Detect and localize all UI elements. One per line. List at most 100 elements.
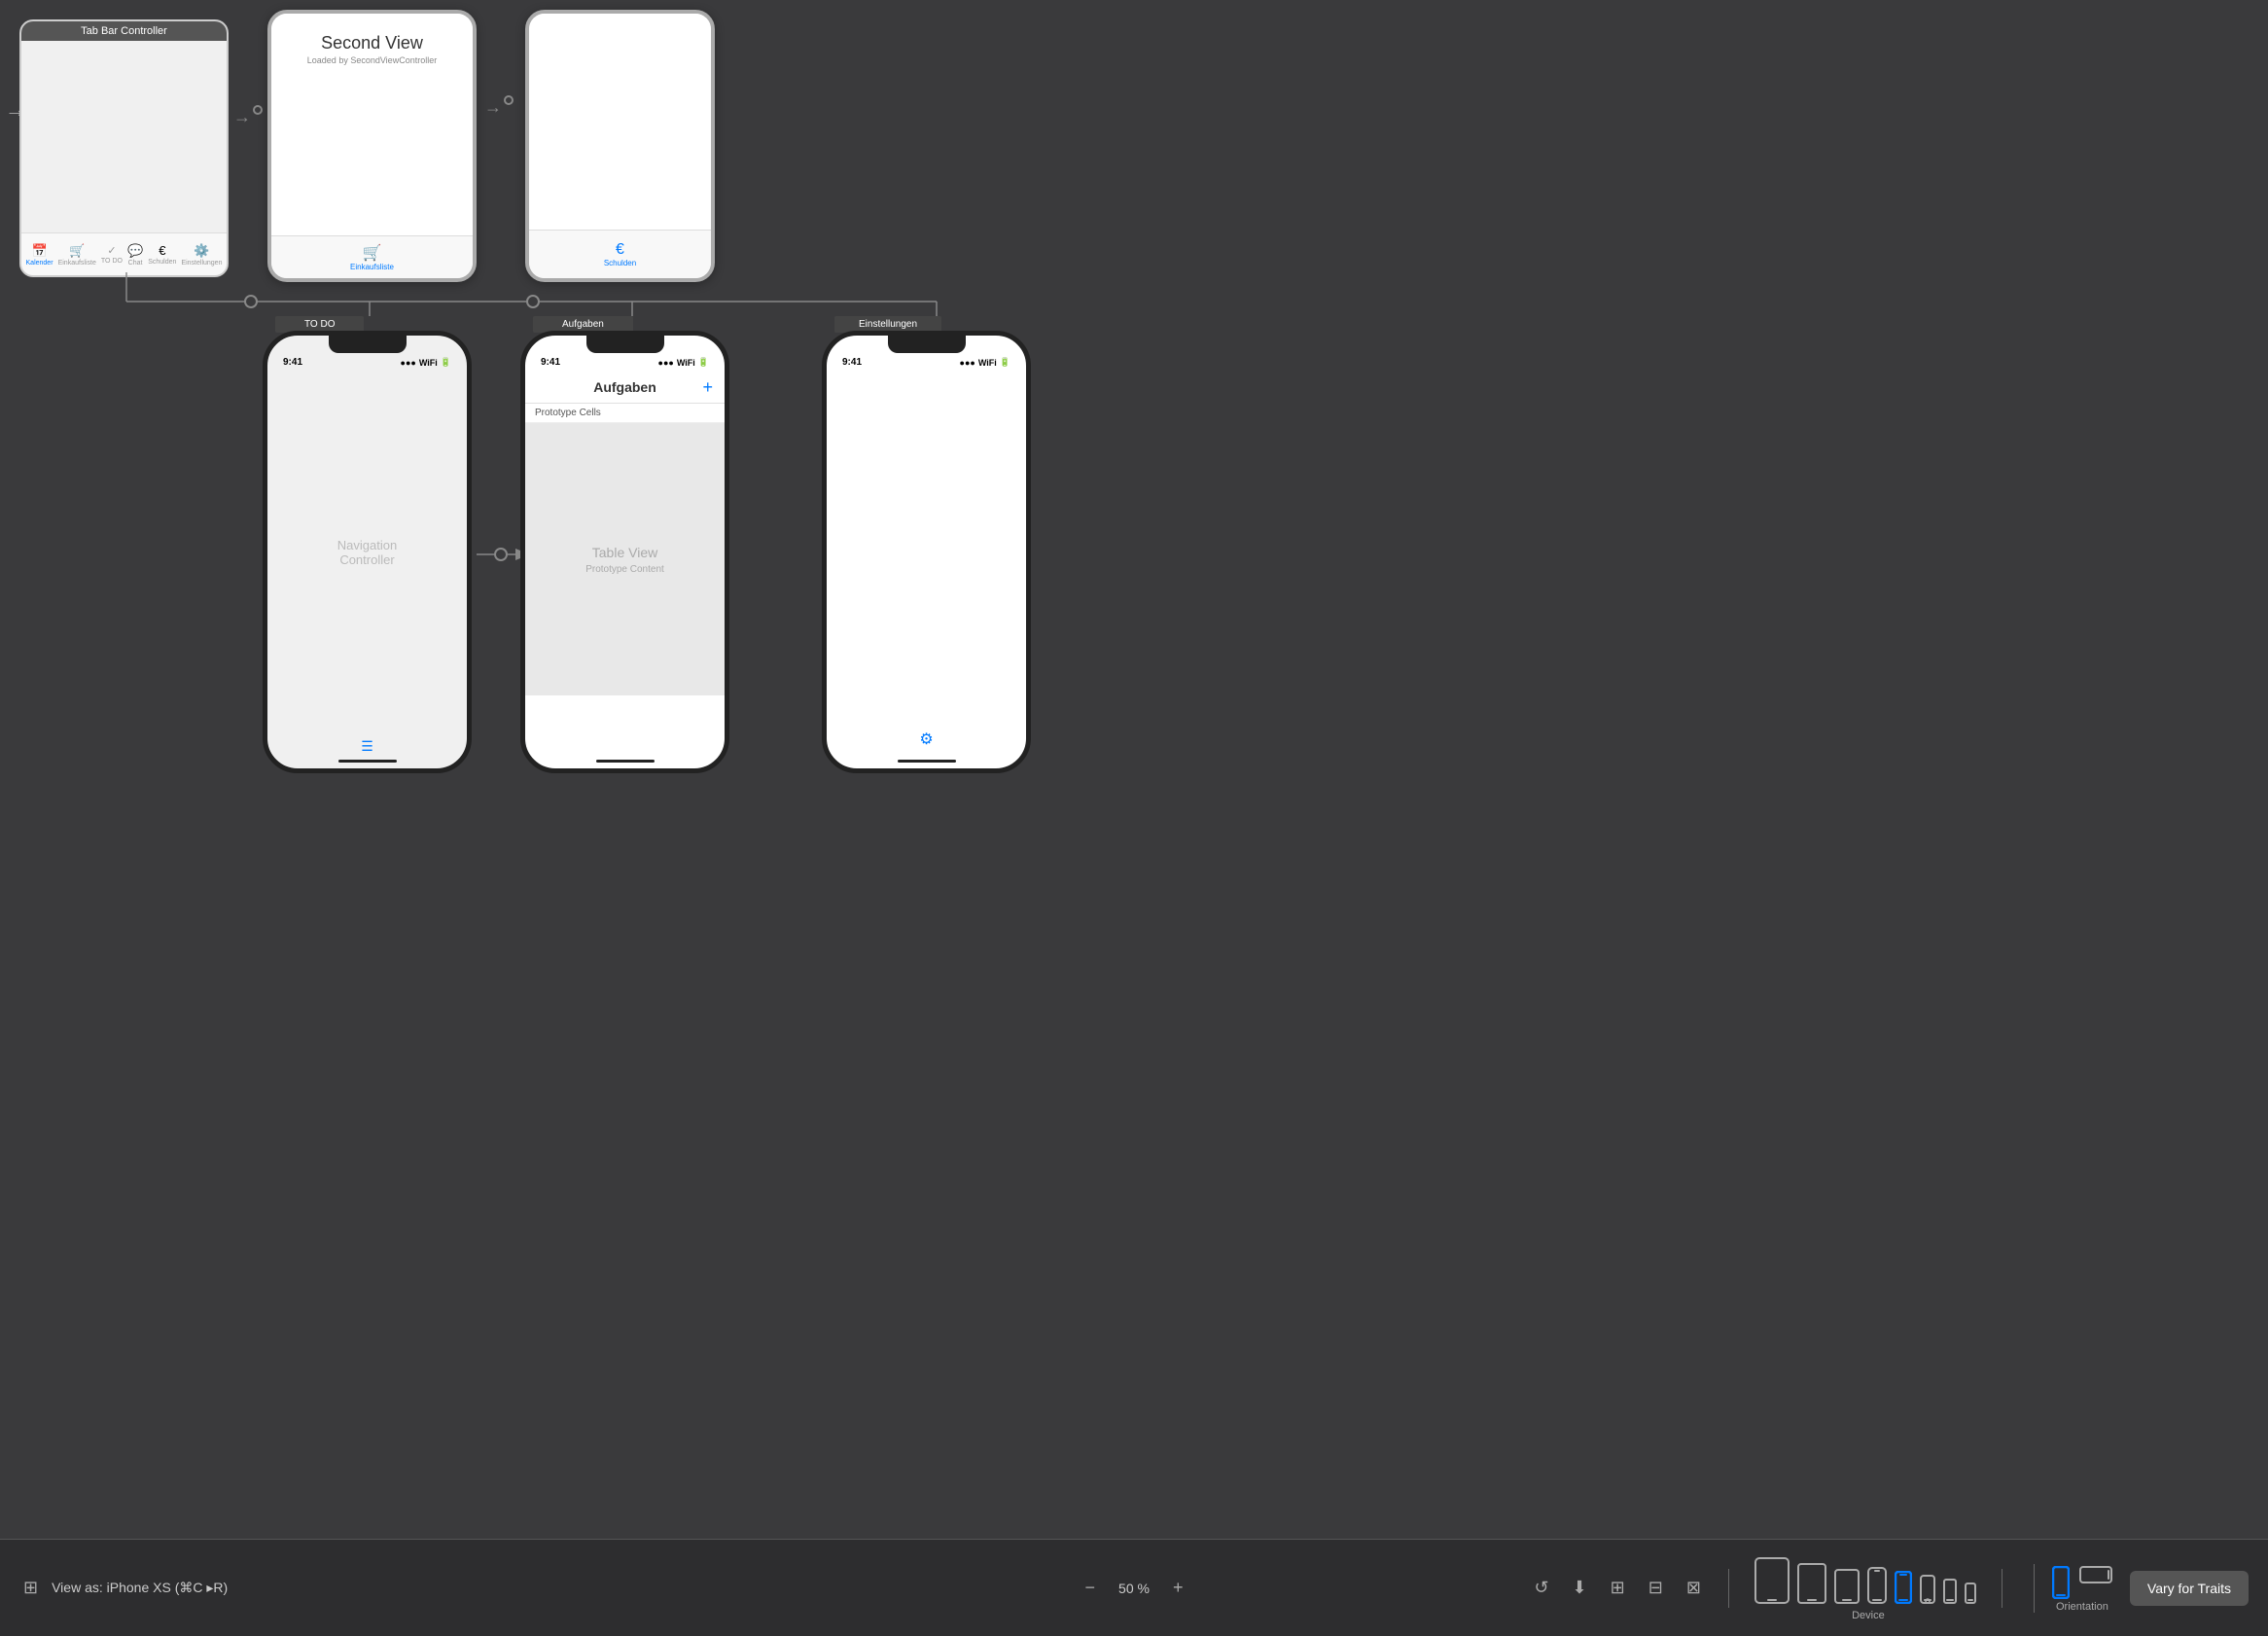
device-iphone-tiny-button[interactable] — [1963, 1581, 1978, 1606]
aufgaben-notch — [586, 336, 664, 353]
grid-button-2[interactable]: ⊟ — [1645, 1574, 1667, 1602]
prototype-content-text: Prototype Content — [585, 564, 664, 575]
aufgaben-add-button[interactable]: + — [702, 377, 713, 398]
status-icons: ●●● WiFi 🔋 — [401, 357, 451, 368]
orientation-section: Orientation — [2034, 1564, 2114, 1613]
ipad-pro-icon — [1754, 1557, 1790, 1604]
device-iphone-plus-button[interactable] — [1865, 1565, 1889, 1606]
landscape-icon — [2079, 1566, 2112, 1583]
tab-bar-controller: Tab Bar Controller 📅 Kalender 🛒 Einkaufs… — [19, 19, 229, 277]
ipad-mini-icon — [1834, 1569, 1860, 1604]
third-content — [529, 14, 711, 223]
nav-footer-icon: ☰ — [361, 738, 373, 755]
navigation-controller: 9:41 ●●● WiFi 🔋 Navigation Controller ☰ — [263, 311, 472, 773]
portrait-orientation-button[interactable] — [2050, 1564, 2072, 1601]
landscape-orientation-button[interactable] — [2077, 1564, 2114, 1601]
second-view-controller: Second View Loaded by SecondViewControll… — [267, 10, 477, 282]
tab-schulden-label: Schulden — [148, 259, 176, 266]
iphone-xs-icon — [1895, 1571, 1912, 1604]
tab-bar-content — [21, 41, 227, 235]
grid-button-3[interactable]: ⊠ — [1683, 1574, 1705, 1602]
conn-dot-2 — [504, 95, 514, 105]
second-view-header: Second View Loaded by SecondViewControll… — [271, 14, 473, 70]
portrait-icon — [2052, 1566, 2070, 1599]
einkaufsliste-label: Einkaufsliste — [350, 263, 394, 271]
einstellungen-status-icons: ●●● WiFi 🔋 — [960, 357, 1010, 368]
device-ipad-mini-button[interactable] — [1832, 1567, 1861, 1606]
orientation-icons — [2050, 1564, 2114, 1601]
arrow-tab-to-second: → — [233, 107, 251, 127]
toolbar-center: − 50 % + — [1081, 1574, 1187, 1602]
tab-chat-label: Chat — [128, 260, 143, 267]
toolbar-right: ↺ ⬇ ⊞ ⊟ ⊠ — [1530, 1555, 2249, 1621]
einstellungen-footer-icon: ⚙ — [919, 729, 933, 749]
vary-for-traits-button[interactable]: Vary for Traits — [2130, 1571, 2249, 1606]
toolbar-divider-1 — [1728, 1569, 1729, 1608]
einstellungen-notch — [888, 336, 966, 353]
zoom-value: 50 % — [1115, 1581, 1153, 1596]
device-label: Device — [1852, 1610, 1885, 1621]
device-ipad-button[interactable] — [1795, 1561, 1828, 1606]
device-selector: Device — [1753, 1555, 1978, 1621]
tab-kalender: 📅 Kalender — [26, 243, 53, 267]
view-as-label: View as: iPhone XS (⌘C ▸R) — [52, 1580, 228, 1596]
table-view-text: Table View — [592, 545, 657, 560]
tab-einkaufsliste-label: Einkaufsliste — [58, 260, 96, 267]
device-ipad-pro-button[interactable] — [1753, 1555, 1791, 1606]
second-view-content — [271, 70, 473, 235]
nav-content-text: Navigation Controller — [317, 538, 417, 567]
einstellungen-home-bar — [898, 760, 956, 763]
aufgaben-home-bar — [596, 760, 655, 763]
tab-kalender-label: Kalender — [26, 260, 53, 267]
nav-iphone: 9:41 ●●● WiFi 🔋 Navigation Controller ☰ — [263, 331, 472, 773]
aufgaben-nav-bar: Aufgaben + — [525, 372, 725, 404]
sidebar-toggle-button[interactable]: ⊞ — [19, 1574, 42, 1602]
schulden-label: Schulden — [604, 259, 636, 267]
tab-chat: 💬 Chat — [127, 243, 143, 267]
tab-schulden: € Schulden — [148, 243, 176, 266]
bottom-toolbar: ⊞ View as: iPhone XS (⌘C ▸R) − 50 % + ↺ … — [0, 1539, 2268, 1636]
einstellungen-content — [827, 372, 1026, 702]
third-controller: € Schulden — [525, 10, 715, 282]
orientation-label: Orientation — [2056, 1601, 2109, 1613]
tab-todo-label: TO DO — [101, 258, 123, 265]
download-button[interactable]: ⬇ — [1569, 1574, 1591, 1602]
iphone-small-icon — [1943, 1579, 1957, 1604]
tab-einstellungen: ⚙️ Einstellungen — [181, 243, 222, 267]
aufgaben-controller: 9:41 ●●● WiFi 🔋 Aufgaben + Prototype Cel… — [520, 311, 729, 773]
tab-einstellungen-label: Einstellungen — [181, 260, 222, 267]
device-iphone-small-button[interactable] — [1941, 1577, 1959, 1606]
second-view-title: Second View — [281, 33, 463, 53]
tab-bar-title: Tab Bar Controller — [21, 21, 227, 41]
refresh-button[interactable]: ↺ — [1530, 1574, 1552, 1602]
notch — [329, 336, 407, 353]
ipad-icon — [1797, 1563, 1826, 1604]
second-view-footer: 🛒 Einkaufsliste — [271, 235, 473, 278]
device-iphone-xs-button[interactable] — [1893, 1569, 1914, 1606]
einstellungen-controller: 9:41 ●●● WiFi 🔋 ⚙ — [822, 311, 1031, 773]
zoom-in-button[interactable]: + — [1169, 1574, 1187, 1602]
storyboard-canvas: → Tab Bar Controller 📅 Kalender 🛒 Einkau… — [0, 0, 2268, 1539]
aufgaben-nav-title: Aufgaben — [593, 379, 656, 395]
iphone-se-icon — [1920, 1575, 1935, 1604]
aufgaben-iphone: 9:41 ●●● WiFi 🔋 Aufgaben + Prototype Cel… — [520, 331, 729, 773]
second-view-subtitle: Loaded by SecondViewController — [281, 55, 463, 65]
aufgaben-status-icons: ●●● WiFi 🔋 — [658, 357, 709, 368]
conn-dot-1 — [253, 105, 263, 115]
iphone-plus-icon — [1867, 1567, 1887, 1604]
home-bar — [338, 760, 397, 763]
tab-bar-bottom: 📅 Kalender 🛒 Einkaufsliste ✓ TO DO 💬 Cha… — [21, 232, 227, 275]
tab-todo: ✓ TO DO — [101, 244, 123, 265]
prototype-cells-label: Prototype Cells — [525, 404, 725, 423]
device-iphone-se-button[interactable] — [1918, 1573, 1937, 1606]
schulden-icon: € — [616, 241, 624, 259]
zoom-out-button[interactable]: − — [1081, 1574, 1099, 1602]
iphone-tiny-icon — [1965, 1583, 1976, 1604]
third-footer: € Schulden — [529, 230, 711, 278]
einkaufsliste-icon: 🛒 — [363, 243, 382, 263]
arrow-second-to-third: → — [484, 97, 502, 118]
tab-einkaufsliste: 🛒 Einkaufsliste — [58, 243, 96, 267]
einstellungen-iphone: 9:41 ●●● WiFi 🔋 ⚙ — [822, 331, 1031, 773]
grid-button-1[interactable]: ⊞ — [1607, 1574, 1629, 1602]
toolbar-left: ⊞ View as: iPhone XS (⌘C ▸R) — [19, 1574, 228, 1602]
